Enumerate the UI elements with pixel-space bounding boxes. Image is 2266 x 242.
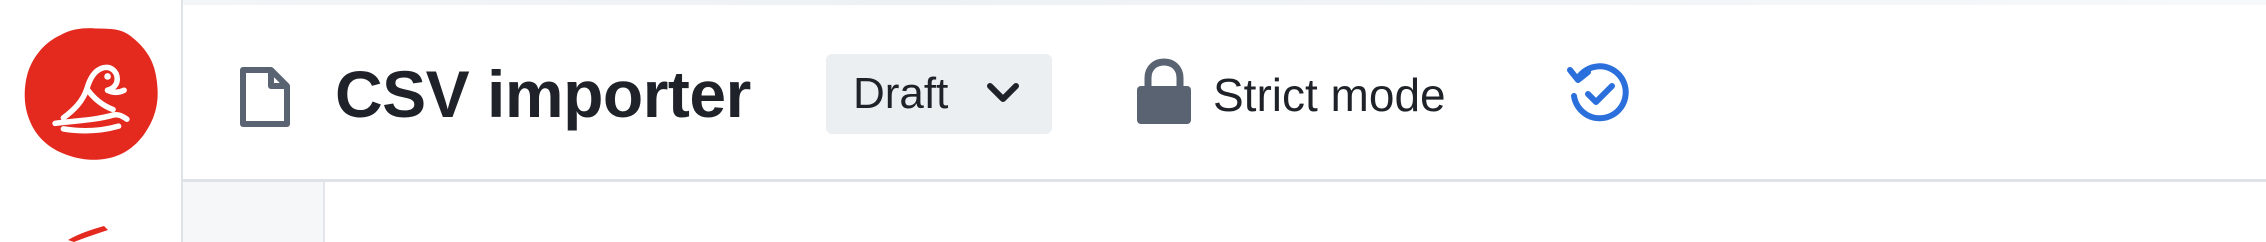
document-icon [237, 66, 295, 128]
left-rail [0, 0, 183, 242]
app-window: CSV importer Draft Strict mode [0, 0, 2266, 242]
status-dropdown[interactable]: Draft [826, 54, 1052, 134]
seal-logo-icon[interactable] [22, 24, 160, 162]
sync-check-icon[interactable] [1566, 60, 1632, 126]
strict-mode-label: Strict mode [1213, 69, 1446, 121]
chevron-down-icon [986, 80, 1020, 108]
sidebar-logo-partial-icon [60, 226, 120, 242]
secondary-sidebar [183, 182, 325, 242]
status-dropdown-label: Draft [853, 69, 949, 118]
page-title: CSV importer [335, 57, 751, 131]
lock-icon [1135, 58, 1193, 126]
document-header: CSV importer Draft Strict mode [183, 0, 2266, 182]
